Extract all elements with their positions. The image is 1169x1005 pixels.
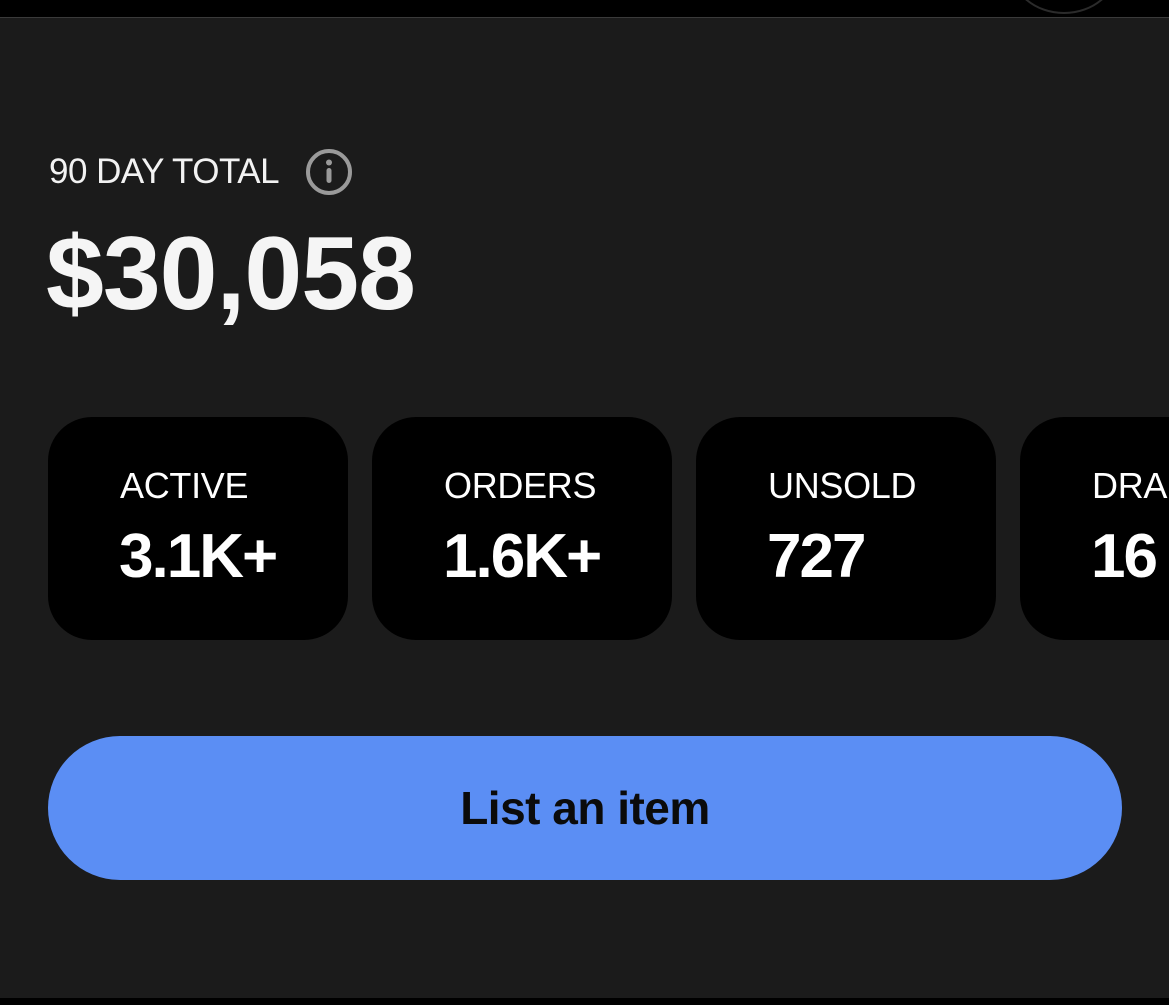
list-item-button[interactable]: List an item — [48, 736, 1122, 880]
stat-value: 16 — [1091, 522, 1158, 591]
stat-value: 1.6K+ — [443, 522, 602, 591]
avatar[interactable] — [1010, 0, 1118, 14]
stat-card-orders[interactable]: ORDERS 1.6K+ — [372, 417, 672, 640]
stat-label: UNSOLD — [768, 465, 917, 506]
total-header: 90 DAY TOTAL — [49, 148, 353, 196]
stats-row: ACTIVE 3.1K+ ORDERS 1.6K+ UNSOLD 727 DRA… — [0, 417, 1169, 640]
stat-value: 727 — [767, 522, 866, 591]
stat-label: ORDERS — [444, 465, 597, 506]
total-amount: $30,058 — [46, 216, 416, 332]
stat-card-unsold[interactable]: UNSOLD 727 — [696, 417, 996, 640]
stat-label: DRA — [1092, 465, 1168, 506]
stat-card-drafts[interactable]: DRA 16 — [1020, 417, 1169, 640]
stat-card-active[interactable]: ACTIVE 3.1K+ — [48, 417, 348, 640]
bottom-strip — [0, 998, 1169, 1005]
stat-label: ACTIVE — [120, 465, 249, 506]
stat-value: 3.1K+ — [119, 522, 278, 591]
top-bar — [0, 0, 1169, 18]
info-icon[interactable] — [305, 148, 353, 196]
total-label: 90 DAY TOTAL — [49, 152, 280, 191]
